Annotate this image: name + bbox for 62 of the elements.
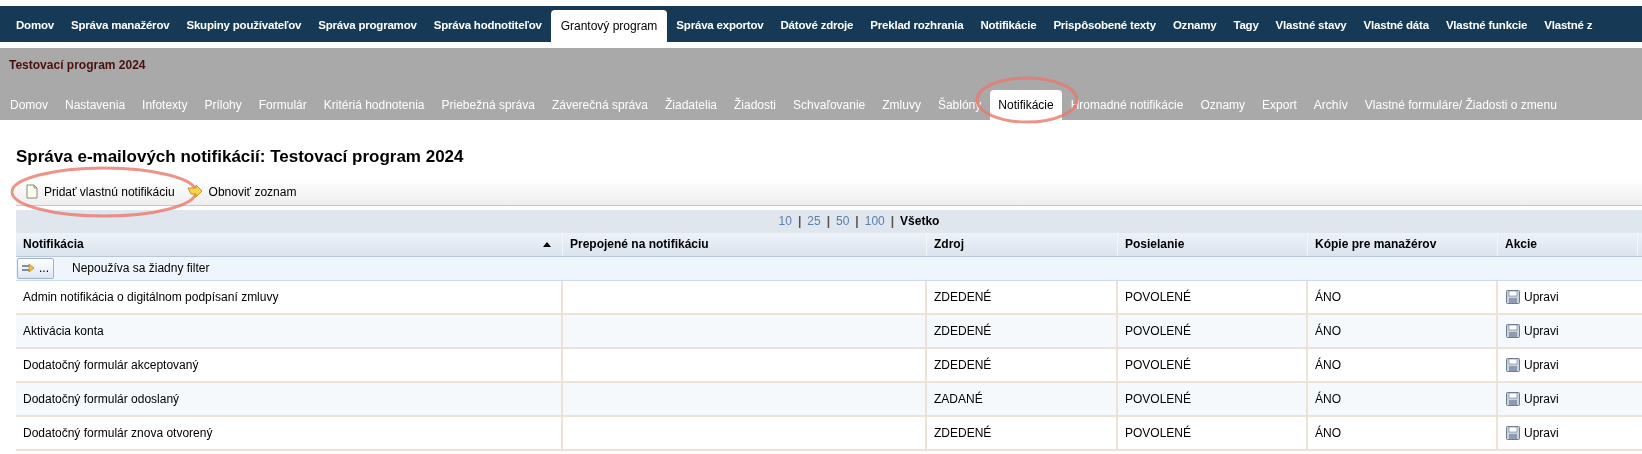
column-header[interactable]: Notifikácia xyxy=(16,232,563,256)
table-cell: ZDEDENÉ xyxy=(927,314,1118,347)
filter-status: Nepoužíva sa žiadny filter xyxy=(72,260,210,277)
table-cell: Dodatočný formulár znova otvorený xyxy=(16,416,563,449)
column-header[interactable]: Zdroj xyxy=(927,232,1118,256)
page-size-link[interactable]: Všetko xyxy=(900,212,940,230)
nav-tab[interactable]: Preklad rozhrania xyxy=(862,10,972,42)
section-tab[interactable]: Notifikácie xyxy=(990,90,1062,120)
nav-tab[interactable]: Vlastné dáta xyxy=(1355,10,1437,42)
document-icon xyxy=(26,184,38,199)
nav-tab[interactable]: Dátové zdroje xyxy=(772,10,862,42)
separator: | xyxy=(890,213,895,230)
separator: | xyxy=(826,213,830,230)
nav-tab[interactable]: Vlastné z xyxy=(1536,10,1601,42)
nav-tab[interactable]: Tagy xyxy=(1225,10,1267,42)
table-cell: POVOLENÉ xyxy=(1118,382,1308,415)
arrow-icon xyxy=(186,184,203,199)
filter-button[interactable]: ... xyxy=(17,257,54,279)
nav-tab[interactable]: Oznamy xyxy=(1164,10,1225,42)
table-cell: Aktivácia konta xyxy=(16,314,563,347)
table-cell: ZDEDENÉ xyxy=(927,280,1118,313)
nav-tab[interactable]: Správa manažérov xyxy=(63,10,178,42)
table-cell: ÁNO xyxy=(1308,314,1498,347)
separator: | xyxy=(797,213,802,230)
edit-button[interactable]: Upravi xyxy=(1506,389,1559,408)
table-cell: ZDEDENÉ xyxy=(927,416,1118,449)
table-cell: Admin notifikácia o digitálnom podpísaní zmluvy xyxy=(16,280,563,313)
nav-tab[interactable]: Grantový program xyxy=(550,10,668,42)
table-cell: POVOLENÉ xyxy=(1118,348,1308,381)
table-cell: ÁNO xyxy=(1308,416,1498,449)
edit-button[interactable]: Upravi xyxy=(1506,423,1559,442)
column-header[interactable]: Akcie xyxy=(1498,232,1638,256)
column-header[interactable]: Posielanie xyxy=(1118,232,1308,256)
nav-tab[interactable]: Prispôsobené texty xyxy=(1045,10,1164,42)
column-header[interactable]: Prepojené na notifikáciu xyxy=(563,232,927,256)
table-cell: ZDEDENÉ xyxy=(927,348,1118,381)
column-header[interactable]: Kópie pre manažérov xyxy=(1308,232,1498,256)
separator: | xyxy=(855,213,859,230)
table-cell: Dodatočný formulár odoslaný xyxy=(16,382,563,415)
nav-tab[interactable]: Správa hodnotiteľov xyxy=(425,10,550,42)
edit-button[interactable]: Upravi xyxy=(1506,287,1559,306)
nav-tab[interactable]: Notifikácie xyxy=(972,10,1045,42)
nav-tab[interactable]: Správa exportov xyxy=(668,10,772,42)
edit-button[interactable]: Upravi xyxy=(1506,355,1559,374)
page-heading: Správa e-mailových notifikácií: Testovací program 2024 xyxy=(15,146,465,168)
table-cell: ZADANÉ xyxy=(927,382,1118,415)
edit-button[interactable]: Upravi xyxy=(1506,321,1559,340)
table-cell: ÁNO xyxy=(1308,348,1498,381)
nav-tab[interactable]: Domov xyxy=(8,10,62,42)
filter-arrows-icon xyxy=(22,263,36,273)
nav-tab[interactable]: Správa programov xyxy=(310,10,425,42)
table-cell: POVOLENÉ xyxy=(1118,280,1308,313)
table-cell: POVOLENÉ xyxy=(1118,314,1308,347)
nav-tab[interactable]: Vlastné stavy xyxy=(1267,10,1355,42)
toolbar-button[interactable]: Obnoviť zoznam xyxy=(182,180,301,203)
nav-tab[interactable]: Skupiny používateľov xyxy=(178,10,310,42)
nav-tab[interactable]: Vlastné funkcie xyxy=(1437,10,1536,42)
table-cell: ÁNO xyxy=(1308,382,1498,415)
table-cell: ÁNO xyxy=(1308,280,1498,313)
table-cell: Dodatočný formulár akceptovaný xyxy=(16,348,563,381)
table-cell: POVOLENÉ xyxy=(1118,416,1308,449)
program-title: Testovací program 2024 xyxy=(8,57,147,74)
